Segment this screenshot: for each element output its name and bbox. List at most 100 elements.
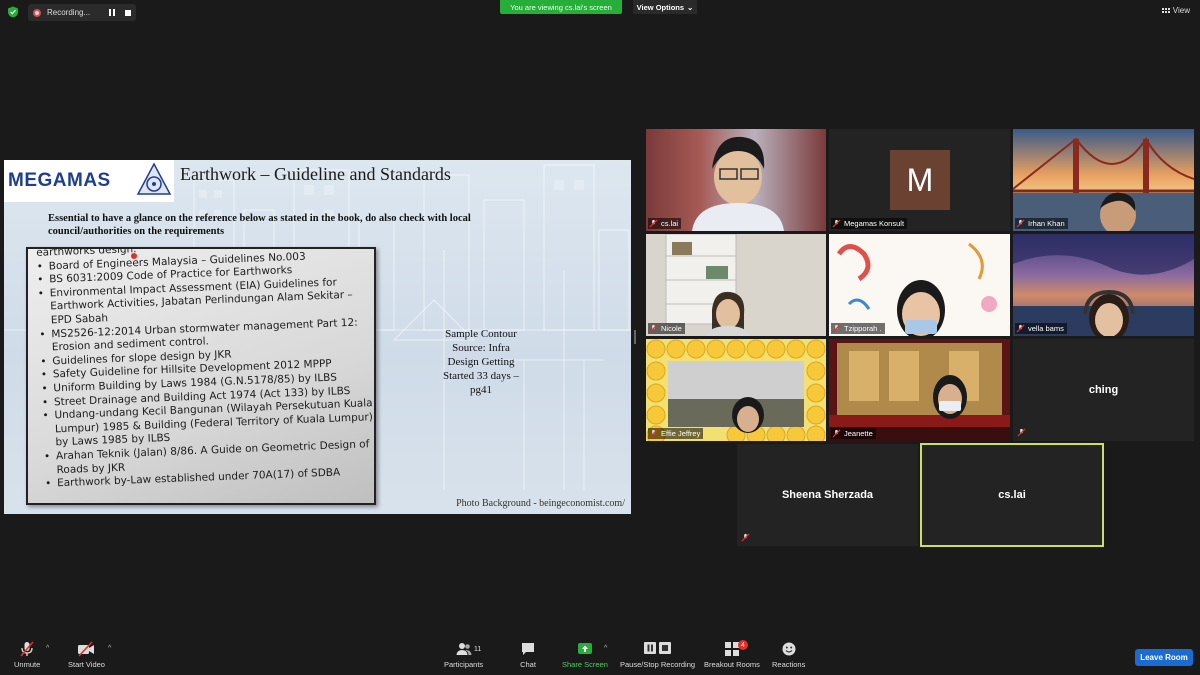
participant-name: ching xyxy=(1088,384,1119,396)
share-screen-icon xyxy=(577,643,592,654)
participant-name: Nicole xyxy=(661,324,682,333)
participant-name: Jeanette xyxy=(844,429,873,438)
muted-microphone-icon xyxy=(20,641,34,657)
participant-tile[interactable]: M Megamas Konsult xyxy=(829,129,1010,231)
muted-mic-icon xyxy=(832,324,841,333)
participant-tile[interactable]: Irhan Khan xyxy=(1013,129,1194,231)
participant-tile[interactable]: Tzipporah . xyxy=(829,234,1010,336)
start-video-label: Start Video xyxy=(68,660,105,669)
participant-name-tag: cs.lai xyxy=(648,218,682,229)
chat-label: Chat xyxy=(520,660,536,669)
participant-name: Sheena Sherzada xyxy=(781,489,874,501)
muted-mic-icon xyxy=(1016,324,1025,333)
start-video-button[interactable]: Start Video xyxy=(68,641,105,669)
chevron-down-icon: ⌄ xyxy=(687,2,694,12)
participant-name-tag: Megamas Konsult xyxy=(831,218,908,229)
audio-options-caret[interactable]: ^ xyxy=(46,645,49,652)
sample-contour-line: Source: Infra xyxy=(452,342,510,354)
participant-name: cs.lai xyxy=(998,489,1026,501)
sample-contour-line: Design Getting xyxy=(447,356,515,368)
muted-mic-icon xyxy=(832,219,841,228)
shared-screen-slide: MEGAMAS Earthwork – Guideline and Standa… xyxy=(4,160,631,514)
slide-title: Earthwork – Guideline and Standards xyxy=(180,164,451,184)
sample-contour-caption: Sample Contour Source: Infra Design Gett… xyxy=(422,327,540,397)
participant-video-feed xyxy=(829,343,1010,441)
view-label: View xyxy=(1172,6,1190,15)
video-options-caret[interactable]: ^ xyxy=(108,645,111,652)
participant-name-tag: Tzipporah . xyxy=(831,323,885,334)
breakout-rooms-button[interactable]: Breakout Rooms xyxy=(704,641,760,669)
participant-name: Megamas Konsult xyxy=(844,219,905,228)
participant-tile[interactable]: cs.lai xyxy=(646,129,826,231)
unmute-label: Unmute xyxy=(14,660,41,669)
zoom-meeting-window: Recording... You are viewing cs.lai's sc… xyxy=(0,0,1200,675)
participant-video-feed xyxy=(692,136,784,231)
megamas-emblem-icon xyxy=(136,162,172,195)
leave-room-button[interactable]: Leave Room xyxy=(1135,649,1193,666)
share-options-caret[interactable]: ^ xyxy=(604,645,607,652)
smiley-reaction-icon xyxy=(782,642,796,656)
participant-video-feed xyxy=(1013,137,1194,231)
participant-avatar: M xyxy=(890,150,950,210)
participant-name: Irhan Khan xyxy=(1028,219,1065,228)
muted-mic-icon xyxy=(649,429,658,438)
recording-label: Recording... xyxy=(47,8,91,17)
participant-tile[interactable]: Jeanette xyxy=(829,339,1010,441)
view-options-label: View Options xyxy=(636,2,685,12)
pause-recording-icon[interactable] xyxy=(109,9,115,16)
chat-button[interactable]: Chat xyxy=(520,641,536,669)
share-screen-label: Share Screen xyxy=(562,660,608,669)
chat-bubble-icon xyxy=(522,643,534,655)
participant-tile[interactable]: Sheena Sherzada xyxy=(737,444,918,546)
grid-view-icon xyxy=(1161,8,1170,13)
participant-video-feed xyxy=(646,339,826,441)
breakout-rooms-label: Breakout Rooms xyxy=(704,660,760,669)
muted-mic-icon xyxy=(1016,219,1025,228)
participant-tile[interactable]: Effie Jeffrey xyxy=(646,339,826,441)
participant-name: vella bams xyxy=(1028,324,1064,333)
participant-name-tag: Jeanette xyxy=(831,428,876,439)
pointer-cursor-icon xyxy=(131,253,137,259)
participant-tile[interactable]: vella bams xyxy=(1013,234,1194,336)
sample-contour-line: pg41 xyxy=(470,384,492,396)
slide-intro-text: Essential to have a glance on the refere… xyxy=(48,213,471,237)
pause-stop-icon xyxy=(643,642,671,654)
muted-mic-icon xyxy=(832,429,841,438)
participant-name-tag: vella bams xyxy=(1015,323,1067,334)
muted-mic-icon xyxy=(649,219,658,228)
muted-mic-icon xyxy=(1017,428,1026,437)
meeting-toolbar: Unmute ^ Start Video ^ Participants 11 C… xyxy=(0,637,1200,675)
reactions-button[interactable]: Reactions xyxy=(772,641,805,669)
view-button[interactable]: View xyxy=(1161,6,1190,15)
breakout-rooms-badge: 4 xyxy=(738,640,748,650)
reference-list: earthworks design. Board of Engineers Ma… xyxy=(34,249,374,492)
participant-name: Tzipporah . xyxy=(844,324,882,333)
participants-icon xyxy=(456,643,472,655)
active-speaker-tile[interactable]: cs.lai xyxy=(920,443,1104,547)
photo-credit: Photo Background - beingeconomist.com/ xyxy=(456,498,625,509)
logo-text: MEGAMAS xyxy=(8,170,111,191)
stop-recording-icon[interactable] xyxy=(125,9,131,16)
participants-count: 11 xyxy=(474,646,482,653)
megamas-logo: MEGAMAS xyxy=(4,160,174,202)
participants-label: Participants xyxy=(444,660,484,669)
unmute-button[interactable]: Unmute xyxy=(14,641,40,669)
view-options-button[interactable]: View Options ⌄ xyxy=(633,0,697,14)
security-shield-icon[interactable] xyxy=(7,6,19,18)
participant-tile[interactable]: ching xyxy=(1013,339,1194,441)
participant-name-tag: Nicole xyxy=(648,323,685,334)
participant-name-tag: Effie Jeffrey xyxy=(648,428,704,439)
muted-mic-icon xyxy=(649,324,658,333)
share-screen-button[interactable]: Share Screen xyxy=(562,641,608,669)
muted-mic-icon xyxy=(741,533,750,542)
reference-list-photo: earthworks design. Board of Engineers Ma… xyxy=(26,247,376,505)
panel-resize-handle[interactable] xyxy=(634,330,636,344)
participant-name: cs.lai xyxy=(661,219,679,228)
participant-video-feed xyxy=(665,234,750,336)
sample-contour-line: Started 33 days – xyxy=(442,370,520,382)
participant-name-tag: Irhan Khan xyxy=(1015,218,1068,229)
pause-stop-recording-label: Pause/Stop Recording xyxy=(620,660,696,669)
pause-stop-recording-button[interactable]: Pause/Stop Recording xyxy=(620,641,695,669)
participant-name: Effie Jeffrey xyxy=(661,429,701,438)
participant-tile[interactable]: Nicole xyxy=(646,234,826,336)
